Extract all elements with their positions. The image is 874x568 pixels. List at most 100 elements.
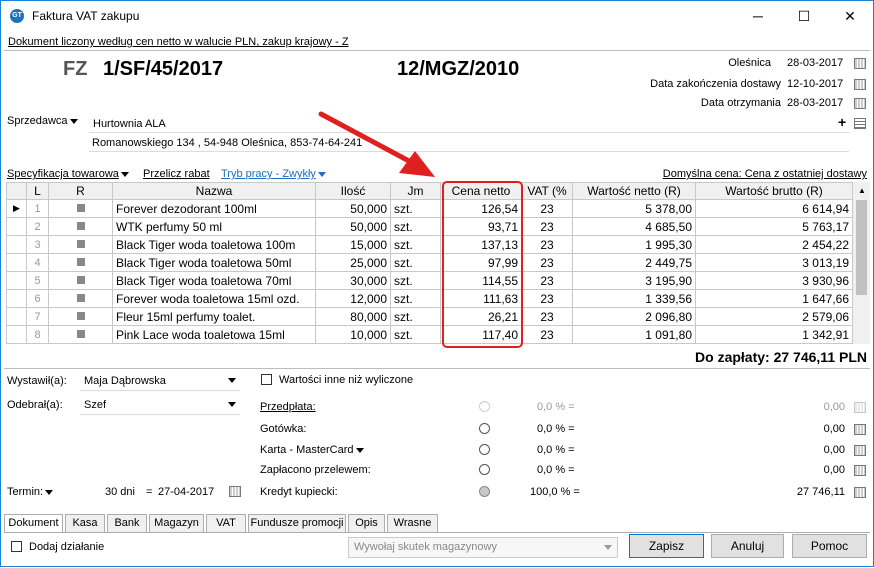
cell-gross-value[interactable]: 3 930,96 [695, 271, 853, 290]
row-indicator[interactable] [6, 217, 27, 236]
cell-net-value[interactable]: 1 995,30 [572, 235, 696, 254]
cell-name[interactable]: Black Tiger woda toaletowa 70ml [112, 271, 316, 290]
cell-r[interactable] [48, 235, 113, 254]
term-days[interactable]: 30 dni [105, 486, 135, 498]
cell-gross-value[interactable]: 6 614,94 [695, 199, 853, 218]
cell-qty[interactable]: 50,000 [315, 217, 391, 236]
calculator-icon[interactable] [854, 445, 866, 456]
cash-radio[interactable] [479, 423, 490, 434]
cell-r[interactable] [48, 271, 113, 290]
specification-dropdown[interactable]: Specyfikacja towarowa [7, 168, 129, 180]
cell-name[interactable]: Black Tiger woda toaletowa 100m [112, 235, 316, 254]
tab-promo-funds[interactable]: Fundusze promocji [248, 514, 346, 533]
table-row[interactable]: ▶ 1 Forever dezodorant 100ml 50,000 szt. 126,… [6, 199, 853, 218]
cell-unit[interactable]: szt. [390, 235, 441, 254]
calendar-icon[interactable] [854, 58, 866, 69]
cell-unit[interactable]: szt. [390, 199, 441, 218]
row-indicator[interactable] [6, 289, 27, 308]
column-header-vat[interactable]: VAT (% [521, 182, 573, 200]
cell-lp[interactable]: 1 [26, 199, 49, 218]
cash-percent[interactable]: 0,0 % = [537, 423, 575, 435]
table-row[interactable]: 6 Forever woda toaletowa 15ml ozd. 12,000 s… [6, 289, 853, 308]
cell-qty[interactable]: 25,000 [315, 253, 391, 272]
term-dropdown[interactable]: Termin: [7, 486, 54, 498]
cell-r[interactable] [48, 289, 113, 308]
column-header-unit[interactable]: Jm [390, 182, 441, 200]
cell-gross-value[interactable]: 1 342,91 [695, 325, 853, 344]
table-row[interactable]: 8 Pink Lace woda toaletowa 15ml 10,000 szt.… [6, 325, 853, 344]
column-header-gross-value[interactable]: Wartość brutto (R) [695, 182, 853, 200]
cell-name[interactable]: Pink Lace woda toaletowa 15ml [112, 325, 316, 344]
tab-bank[interactable]: Bank [107, 514, 147, 533]
cell-net-value[interactable]: 2 096,80 [572, 307, 696, 326]
cell-unit[interactable]: szt. [390, 307, 441, 326]
cell-lp[interactable]: 8 [26, 325, 49, 344]
cell-vat[interactable]: 23 [521, 217, 573, 236]
cell-unit[interactable]: szt. [390, 271, 441, 290]
cell-lp[interactable]: 4 [26, 253, 49, 272]
cell-net-value[interactable]: 4 685,50 [572, 217, 696, 236]
cell-qty[interactable]: 12,000 [315, 289, 391, 308]
credit-amount[interactable]: 27 746,11 [797, 486, 845, 498]
cell-net-value[interactable]: 3 195,90 [572, 271, 696, 290]
add-action-checkbox[interactable] [11, 541, 22, 552]
table-row[interactable]: 4 Black Tiger woda toaletowa 50ml 25,000 sz… [6, 253, 853, 272]
calendar-icon[interactable] [229, 486, 241, 497]
calculator-icon[interactable] [854, 465, 866, 476]
cell-r[interactable] [48, 253, 113, 272]
cell-unit[interactable]: szt. [390, 253, 441, 272]
minimize-button[interactable]: ─ [735, 1, 781, 32]
card-percent[interactable]: 0,0 % = [537, 444, 575, 456]
plus-icon[interactable]: + [838, 114, 846, 130]
seller-dropdown[interactable]: Sprzedawca [7, 115, 78, 127]
cell-unit[interactable]: szt. [390, 325, 441, 344]
work-mode-dropdown[interactable]: Tryb pracy - Zwykły [221, 168, 326, 180]
cell-qty[interactable]: 10,000 [315, 325, 391, 344]
tab-warehouse[interactable]: Magazyn [149, 514, 204, 533]
cell-r[interactable] [48, 199, 113, 218]
cell-vat[interactable]: 23 [521, 325, 573, 344]
credit-percent[interactable]: 100,0 % = [530, 486, 580, 498]
help-button[interactable]: Pomoc [792, 534, 867, 558]
cell-gross-value[interactable]: 2 579,06 [695, 307, 853, 326]
save-button[interactable]: Zapisz [629, 534, 704, 558]
cell-gross-value[interactable]: 5 763,17 [695, 217, 853, 236]
document-mode-link[interactable]: Dokument liczony według cen netto w walu… [8, 36, 349, 48]
doc-number[interactable]: 1/SF/45/2017 [103, 58, 223, 81]
cell-qty[interactable]: 15,000 [315, 235, 391, 254]
cell-qty[interactable]: 50,000 [315, 199, 391, 218]
calculator-icon[interactable] [854, 487, 866, 498]
row-indicator[interactable] [6, 307, 27, 326]
term-date[interactable]: 27-04-2017 [158, 486, 214, 498]
external-number[interactable]: 12/MGZ/2010 [397, 58, 519, 81]
cell-lp[interactable]: 2 [26, 217, 49, 236]
recalc-discount-link[interactable]: Przelicz rabat [143, 168, 210, 180]
calendar-icon[interactable] [854, 79, 866, 90]
column-header-net-value[interactable]: Wartość netto (R) [572, 182, 696, 200]
received-by-select[interactable]: Szef [80, 396, 240, 413]
cell-gross-value[interactable]: 2 454,22 [695, 235, 853, 254]
scroll-up-icon[interactable]: ▲ [858, 186, 866, 195]
cell-lp[interactable]: 3 [26, 235, 49, 254]
cell-name[interactable]: WTK perfumy 50 ml [112, 217, 316, 236]
issue-date[interactable]: 28-03-2017 [787, 57, 843, 69]
cell-net-value[interactable]: 5 378,00 [572, 199, 696, 218]
cell-gross-value[interactable]: 1 647,66 [695, 289, 853, 308]
row-indicator[interactable] [6, 253, 27, 272]
cell-r[interactable] [48, 217, 113, 236]
tab-document[interactable]: Dokument [4, 514, 63, 533]
calendar-icon[interactable] [854, 98, 866, 109]
cell-vat[interactable]: 23 [521, 199, 573, 218]
issued-by-select[interactable]: Maja Dąbrowska [80, 372, 240, 389]
cell-vat[interactable]: 23 [521, 253, 573, 272]
tab-own[interactable]: Wrasne [387, 514, 438, 533]
cell-lp[interactable]: 7 [26, 307, 49, 326]
cell-name[interactable]: Forever woda toaletowa 15ml ozd. [112, 289, 316, 308]
cell-unit[interactable]: szt. [390, 289, 441, 308]
cell-name[interactable]: Fleur 15ml perfumy toalet. [112, 307, 316, 326]
table-scrollbar[interactable]: ▲ [853, 182, 870, 344]
receipt-date[interactable]: 28-03-2017 [787, 97, 843, 109]
card-amount[interactable]: 0,00 [824, 444, 845, 456]
other-values-checkbox[interactable] [261, 374, 272, 385]
credit-radio[interactable] [479, 486, 490, 497]
